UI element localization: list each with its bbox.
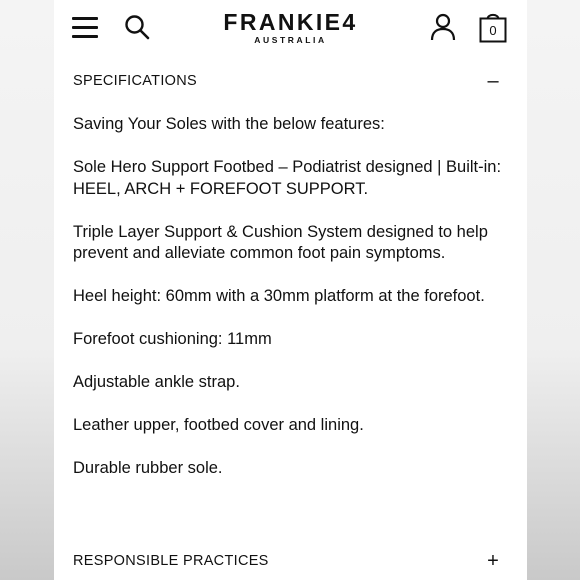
feature-item: Heel height: 60mm with a 30mm platform a…: [73, 287, 485, 305]
feature-item: Adjustable ankle strap.: [73, 373, 240, 391]
collapse-icon[interactable]: –: [483, 69, 503, 93]
responsible-practices-title: RESPONSIBLE PRACTICES: [73, 553, 269, 569]
left-margin: [0, 0, 54, 580]
specifications-title: SPECIFICATIONS: [73, 73, 197, 89]
specifications-intro: Saving Your Soles with the below feature…: [73, 115, 385, 133]
brand-logo[interactable]: FRANKIE4 AUSTRALIA: [204, 10, 377, 45]
feature-text: Sole Hero Support Footbed – Podiatrist d…: [73, 158, 502, 176]
logo-subtitle: AUSTRALIA: [254, 35, 327, 45]
logo-wordmark: FRANKIE4: [223, 9, 358, 35]
hamburger-menu-icon[interactable]: [72, 14, 98, 40]
specifications-accordion-header[interactable]: SPECIFICATIONS –: [73, 69, 503, 93]
right-margin: [527, 0, 580, 580]
feature-item: Triple Layer Support & Cushion System de…: [73, 222, 488, 263]
screenshot-frame: FRANKIE4 AUSTRALIA 0 SPECIFICATIONS – Sa…: [0, 0, 580, 580]
site-header: FRANKIE4 AUSTRALIA 0: [54, 0, 527, 58]
feature-item: Sole Hero Support Footbed – Podiatrist d…: [73, 157, 509, 200]
expand-icon[interactable]: +: [483, 549, 503, 573]
feature-item: Durable rubber sole.: [73, 459, 223, 477]
product-page: FRANKIE4 AUSTRALIA 0 SPECIFICATIONS – Sa…: [54, 0, 527, 580]
search-icon[interactable]: [124, 14, 150, 40]
account-icon[interactable]: [430, 13, 456, 41]
specifications-content: Saving Your Soles with the below feature…: [73, 114, 509, 501]
cart-count-badge: 0: [489, 23, 497, 38]
responsible-practices-accordion-header[interactable]: RESPONSIBLE PRACTICES +: [73, 549, 503, 573]
feature-item: Leather upper, footbed cover and lining.: [73, 416, 364, 434]
feature-text: HEEL, ARCH + FOREFOOT SUPPORT.: [73, 179, 369, 198]
shopping-bag-icon[interactable]: 0: [479, 11, 507, 43]
feature-item: Forefoot cushioning: 11mm: [73, 330, 272, 348]
